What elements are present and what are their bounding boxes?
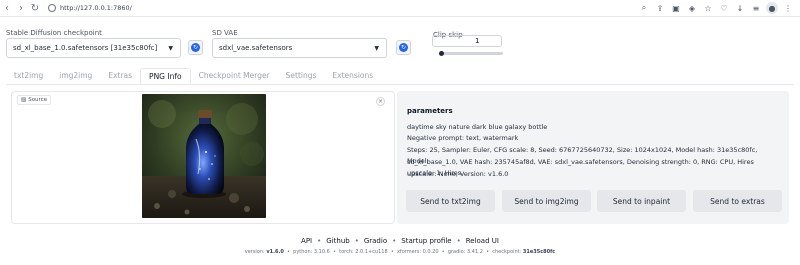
footer-link-github[interactable]: Github <box>326 237 349 245</box>
clear-image-button[interactable]: × <box>376 97 385 106</box>
share-icon[interactable]: ⇪ <box>654 2 666 14</box>
browser-toolbar: ‹ › ↻ http://127.0.0.1:7860/ ⌕ ⇪ ▣ ◈ ☆ ♡… <box>0 0 800 17</box>
forward-icon[interactable]: › <box>14 1 28 15</box>
send-to-img2img-button[interactable]: Send to img2img <box>502 190 591 212</box>
clip-skip-input[interactable]: 1 <box>432 35 502 47</box>
refresh-icon: ↻ <box>191 43 200 52</box>
parameters-panel: parameters daytime sky nature dark blue … <box>397 91 789 224</box>
clip-skip-slider[interactable] <box>439 51 503 56</box>
bookmark-icon[interactable]: ☆ <box>702 2 714 14</box>
checkpoint-select[interactable]: sd_xl_base_1.0.safetensors [31e35c80fc] … <box>6 38 181 58</box>
python-version: python: 3.10.6 <box>293 249 330 255</box>
refresh-icon: ↻ <box>399 43 408 52</box>
url-text: http://127.0.0.1:7860/ <box>60 4 132 12</box>
chevron-down-icon: ▼ <box>168 45 173 52</box>
footer-separator: • <box>317 237 322 245</box>
footer-separator: • <box>392 237 397 245</box>
menu-icon[interactable]: ⋮ <box>782 2 794 14</box>
image-icon: ▨ <box>21 97 27 103</box>
tab-divider <box>6 84 794 85</box>
source-image-panel[interactable]: ▨ Source × <box>11 91 395 224</box>
send-to-inpaint-button[interactable]: Send to inpaint <box>597 190 686 212</box>
vae-select[interactable]: sdxl_vae.safetensors ▼ <box>212 38 387 58</box>
reload-icon[interactable]: ↻ <box>28 1 42 15</box>
heart-icon[interactable]: ♡ <box>718 2 730 14</box>
clip-skip-slider-thumb[interactable] <box>439 51 444 56</box>
screenshot-icon[interactable]: ▣ <box>670 2 682 14</box>
tab-extras[interactable]: Extras <box>100 68 140 84</box>
version-info: version: v1.6.0 • python: 3.10.6 • torch… <box>244 249 556 255</box>
profile-icon[interactable]: ● <box>766 2 778 14</box>
send-to-txt2img-button[interactable]: Send to txt2img <box>406 190 495 212</box>
gradio-version: gradio: 3.41.2 <box>447 249 483 255</box>
search-icon[interactable]: ⌕ <box>638 2 650 14</box>
footer-link-startup-profile[interactable]: Startup profile <box>401 237 451 245</box>
negative-prompt-text: Negative prompt: text, watermark <box>407 134 519 142</box>
vae-value: sdxl_vae.safetensors <box>219 44 293 52</box>
footer-links: API • Github • Gradio • Startup profile • Reload… <box>0 237 800 245</box>
checkpoint-label: checkpoint: <box>492 249 522 255</box>
tab-txt2img[interactable]: txt2img <box>6 68 51 84</box>
globe-icon <box>48 4 56 12</box>
generation-params-line-3: upscaler: None, Version: v1.6.0 <box>407 170 509 178</box>
torch-version: torch: 2.0.1+cu118 <box>339 249 388 255</box>
extensions-icon[interactable]: ◈ <box>686 2 698 14</box>
tab-img2img[interactable]: img2img <box>51 68 100 84</box>
tab-extensions[interactable]: Extensions <box>324 68 381 84</box>
source-label: Source <box>28 97 48 103</box>
chevron-down-icon: ▼ <box>374 45 379 52</box>
tab-checkpoint-merger[interactable]: Checkpoint Merger <box>191 68 278 84</box>
footer-link-api[interactable]: API <box>301 237 312 245</box>
version-value: v1.6.0 <box>266 249 284 255</box>
checkpoint-label: Stable Diffusion checkpoint <box>6 29 102 37</box>
history-icon[interactable]: ≡ <box>750 2 762 14</box>
refresh-checkpoint-button[interactable]: ↻ <box>188 40 203 55</box>
parameters-title: parameters <box>407 107 453 115</box>
version-label: version: <box>244 249 265 255</box>
vae-label: SD VAE <box>212 29 238 37</box>
address-bar[interactable]: http://127.0.0.1:7860/ <box>48 2 132 15</box>
send-to-extras-button[interactable]: Send to extras <box>693 190 782 212</box>
download-icon[interactable]: ↓ <box>734 2 746 14</box>
checkpoint-hash: 31e35c80fc <box>522 249 556 255</box>
footer-link-reload-ui[interactable]: Reload UI <box>466 237 499 245</box>
tab-settings[interactable]: Settings <box>278 68 325 84</box>
footer-separator: • <box>456 237 461 245</box>
source-tag: ▨ Source <box>17 95 52 105</box>
footer-link-gradio[interactable]: Gradio <box>364 237 387 245</box>
footer-separator: • <box>354 237 359 245</box>
source-image <box>142 94 266 218</box>
checkpoint-value: sd_xl_base_1.0.safetensors [31e35c80fc] <box>13 44 158 52</box>
prompt-text: daytime sky nature dark blue galaxy bott… <box>407 123 548 131</box>
refresh-vae-button[interactable]: ↻ <box>396 40 411 55</box>
tab-png-info[interactable]: PNG Info <box>140 68 191 84</box>
xformers-version: xformers: 0.0.20 <box>396 249 439 255</box>
back-icon[interactable]: ‹ <box>0 1 14 15</box>
